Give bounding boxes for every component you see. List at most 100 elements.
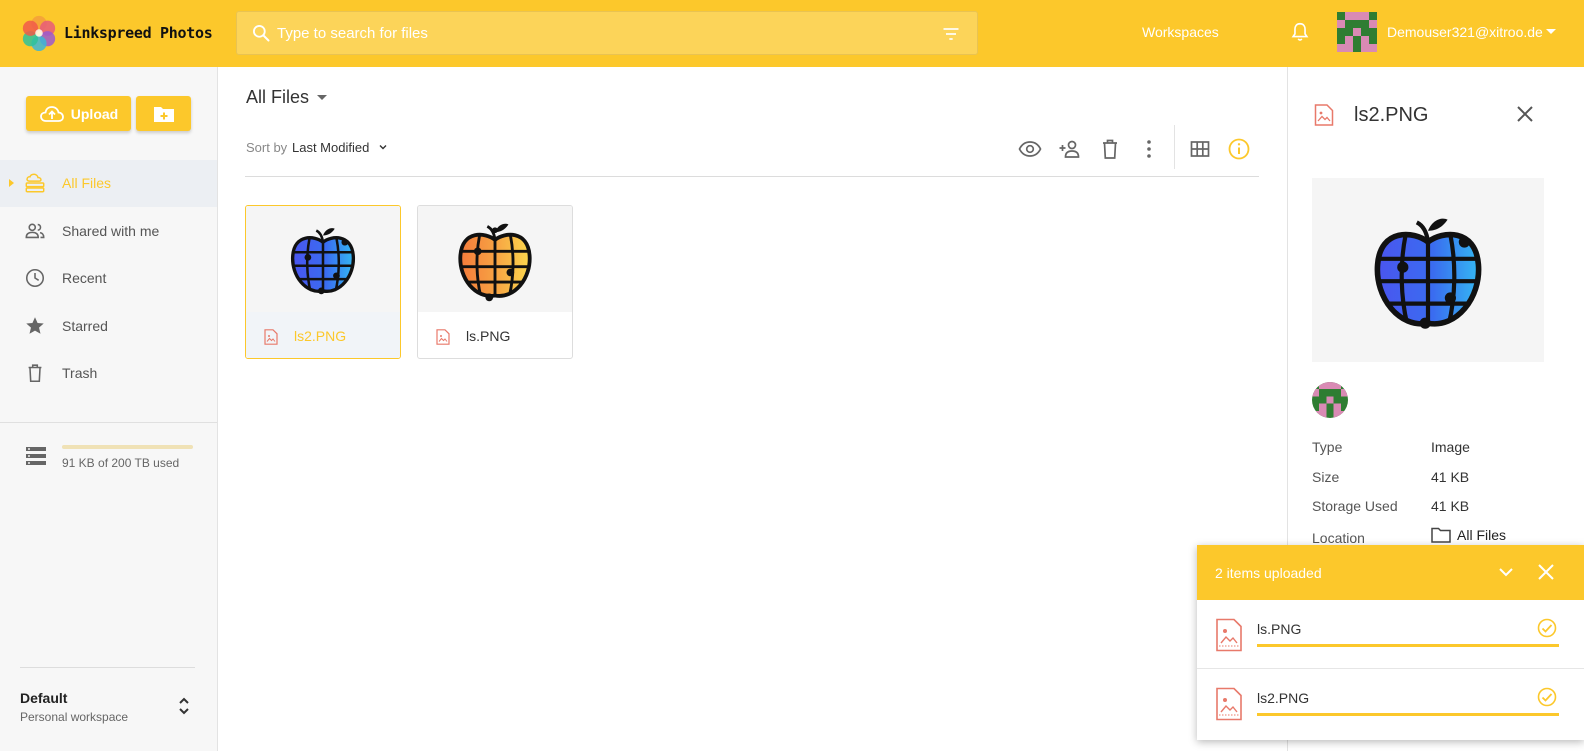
folder-title-dropdown[interactable]: All Files bbox=[246, 87, 328, 108]
workspace-switch-chevrons-icon[interactable] bbox=[177, 694, 191, 718]
workspaces-link[interactable]: Workspaces bbox=[1142, 24, 1219, 40]
upload-panel-title: 2 items uploaded bbox=[1215, 565, 1322, 581]
upload-item-name: ls.PNG bbox=[1257, 621, 1302, 637]
user-avatar[interactable] bbox=[1337, 12, 1377, 52]
app-name: Linkspreed Photos bbox=[64, 24, 213, 42]
detail-type-value: Image bbox=[1431, 439, 1470, 455]
share-add-person-icon[interactable] bbox=[1058, 137, 1082, 161]
user-email[interactable]: Demouser321@xitroo.de bbox=[1387, 24, 1543, 40]
sidebar-item-starred[interactable]: Starred bbox=[0, 303, 217, 350]
image-file-icon bbox=[436, 329, 450, 345]
detail-location-label: Location bbox=[1312, 530, 1365, 546]
sidebar-item-label: Shared with me bbox=[62, 223, 160, 239]
close-icon[interactable] bbox=[1516, 105, 1534, 123]
caret-down-icon bbox=[317, 95, 328, 100]
detail-size-value: 41 KB bbox=[1431, 469, 1470, 485]
filter-icon[interactable] bbox=[941, 24, 961, 44]
file-card-footer: ls.PNG bbox=[418, 312, 572, 358]
workspace-name[interactable]: Default bbox=[20, 690, 67, 706]
upload-button-label: Upload bbox=[70, 105, 119, 122]
sidebar-item-label: Starred bbox=[62, 318, 108, 334]
storage-usage-bar bbox=[62, 445, 193, 449]
file-thumbnail bbox=[246, 206, 400, 312]
upload-item: ls2.PNG bbox=[1197, 668, 1584, 736]
sort-by-label: Sort by bbox=[246, 140, 288, 155]
sidebar-item-recent[interactable]: Recent bbox=[0, 255, 217, 302]
file-card-footer: ls2.PNG bbox=[246, 312, 400, 358]
workspace-divider bbox=[20, 667, 195, 668]
upload-progress-panel: 2 items uploaded ls.PNG ls2.PNG bbox=[1197, 545, 1584, 740]
sidebar-item-trash[interactable]: Trash bbox=[0, 350, 217, 397]
detail-location-value: All Files bbox=[1457, 527, 1507, 543]
app-logo[interactable]: Linkspreed Photos bbox=[20, 14, 213, 52]
grid-view-icon[interactable] bbox=[1188, 137, 1212, 161]
user-menu-caret-icon[interactable] bbox=[1546, 29, 1556, 34]
clock-icon bbox=[25, 268, 45, 288]
upload-panel-header: 2 items uploaded bbox=[1197, 545, 1584, 600]
detail-storage-value: 41 KB bbox=[1431, 498, 1470, 514]
trash-icon bbox=[28, 364, 42, 383]
orange-apple-image bbox=[458, 223, 532, 302]
storage-icon bbox=[26, 447, 46, 465]
logo-icon bbox=[22, 15, 56, 52]
image-file-icon bbox=[264, 329, 278, 345]
people-icon bbox=[25, 223, 45, 239]
file-card[interactable]: ls2.PNG bbox=[245, 205, 401, 359]
upload-progress-fill bbox=[1257, 644, 1559, 647]
close-icon[interactable] bbox=[1537, 563, 1555, 581]
upload-progress-fill bbox=[1257, 713, 1559, 716]
file-name: ls.PNG bbox=[466, 328, 511, 344]
blue-apple-image bbox=[1374, 218, 1482, 329]
sidebar-item-shared-with-me[interactable]: Shared with me bbox=[0, 208, 217, 255]
sidebar-item-label: All Files bbox=[62, 175, 112, 191]
toolbar-bottom-divider bbox=[245, 176, 1259, 177]
search-bar[interactable] bbox=[236, 11, 978, 55]
blue-apple-image bbox=[291, 228, 355, 295]
sidebar-item-label: Trash bbox=[62, 365, 98, 381]
active-indicator-icon bbox=[9, 179, 14, 187]
chevron-down-icon[interactable] bbox=[1497, 563, 1515, 581]
top-bar: Linkspreed Photos Workspaces Demouser321… bbox=[0, 0, 1584, 67]
image-file-icon bbox=[1314, 104, 1334, 126]
upload-progress-bar bbox=[1257, 713, 1559, 716]
more-vertical-icon[interactable] bbox=[1137, 137, 1161, 161]
check-circle-icon bbox=[1537, 687, 1557, 707]
owner-avatar bbox=[1312, 382, 1348, 418]
upload-item: ls.PNG bbox=[1197, 600, 1584, 668]
sidebar-item-all-files[interactable]: All Files bbox=[0, 160, 217, 207]
details-title: ls2.PNG bbox=[1354, 104, 1429, 126]
file-name: ls2.PNG bbox=[294, 328, 347, 344]
file-card[interactable]: ls.PNG bbox=[417, 205, 573, 359]
search-input[interactable] bbox=[277, 24, 927, 42]
upload-item-name: ls2.PNG bbox=[1257, 690, 1310, 706]
toolbar-divider bbox=[1174, 125, 1175, 169]
page-title: All Files bbox=[246, 87, 310, 107]
add-folder-icon bbox=[153, 106, 174, 122]
file-preview bbox=[1312, 178, 1544, 362]
folder-icon bbox=[1431, 527, 1451, 543]
detail-type-label: Type bbox=[1312, 439, 1343, 455]
star-icon bbox=[26, 317, 44, 334]
sidebar-item-label: Recent bbox=[62, 270, 107, 286]
new-folder-button[interactable] bbox=[136, 96, 191, 131]
search-icon bbox=[252, 25, 270, 42]
notifications-bell-icon[interactable] bbox=[1289, 21, 1311, 43]
upload-progress-bar bbox=[1257, 644, 1559, 647]
chevron-down-icon[interactable] bbox=[379, 143, 387, 151]
storage-usage-text: 91 KB of 200 TB used bbox=[62, 456, 180, 470]
workspace-type: Personal workspace bbox=[20, 710, 129, 724]
sidebar: Upload All Files Shared with me Recent S… bbox=[0, 67, 218, 751]
info-icon[interactable] bbox=[1227, 137, 1251, 161]
sort-select[interactable]: Last Modified bbox=[292, 140, 369, 155]
detail-location-link[interactable]: All Files bbox=[1431, 527, 1506, 543]
upload-button[interactable]: Upload bbox=[26, 96, 131, 131]
detail-size-label: Size bbox=[1312, 469, 1340, 485]
preview-eye-icon[interactable] bbox=[1018, 137, 1042, 161]
sidebar-divider bbox=[0, 422, 217, 423]
cloud-upload-icon bbox=[39, 105, 64, 122]
check-circle-icon bbox=[1537, 618, 1557, 638]
file-thumbnail bbox=[418, 206, 572, 312]
delete-trash-icon[interactable] bbox=[1098, 137, 1122, 161]
image-file-icon bbox=[1216, 687, 1242, 721]
image-file-icon bbox=[1216, 618, 1242, 652]
